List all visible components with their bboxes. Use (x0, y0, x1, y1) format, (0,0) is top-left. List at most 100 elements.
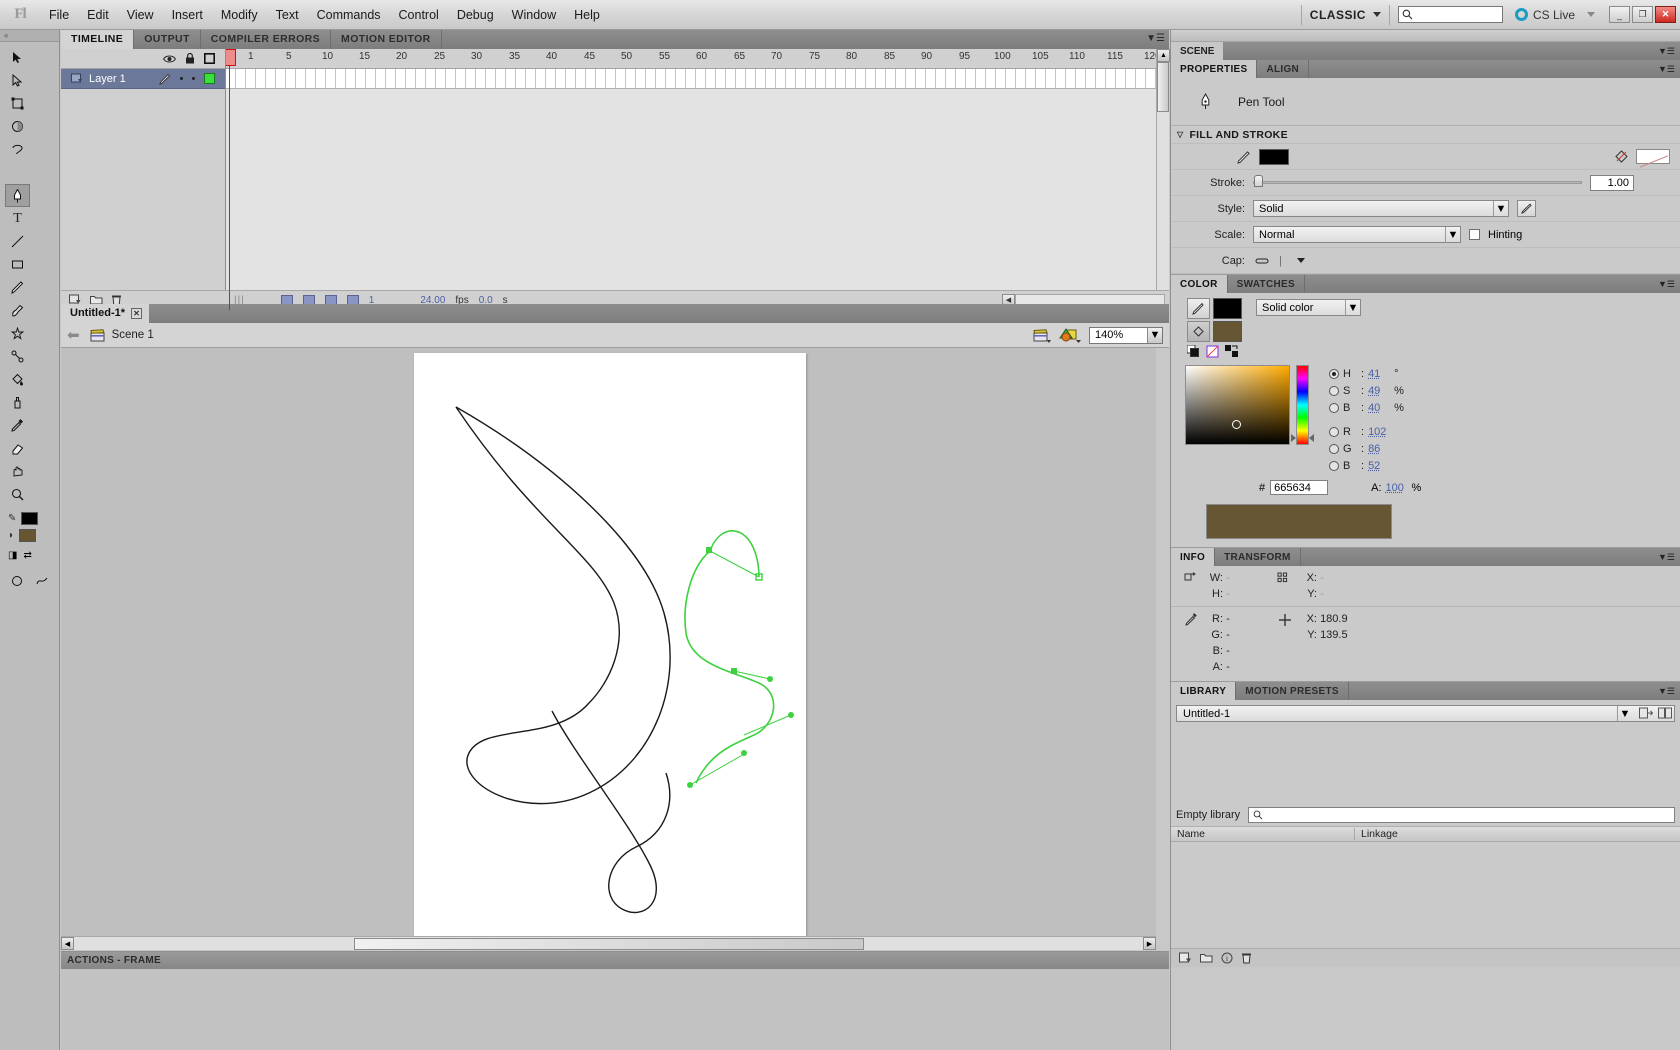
stage-page[interactable] (414, 353, 806, 936)
eyedropper-tool[interactable] (5, 414, 30, 437)
close-icon[interactable]: ✕ (131, 307, 142, 319)
column-linkage[interactable]: Linkage (1355, 828, 1398, 840)
menu-help[interactable]: Help (565, 5, 609, 25)
zoom-level-combo[interactable]: 140% ▼ (1089, 326, 1163, 344)
hue-slider[interactable] (1291, 365, 1314, 445)
pen-tool[interactable] (5, 184, 30, 207)
chevron-down-icon[interactable]: ▼ (1345, 300, 1360, 315)
delete-icon[interactable] (1241, 952, 1252, 964)
menu-text[interactable]: Text (267, 5, 308, 25)
tab-color[interactable]: COLOR (1171, 275, 1228, 293)
menu-commands[interactable]: Commands (308, 5, 390, 25)
color-cursor[interactable] (1232, 420, 1241, 429)
fill-color-swatch[interactable] (19, 529, 37, 542)
stroke-width-slider[interactable] (1253, 175, 1582, 187)
bone-tool[interactable] (5, 345, 30, 368)
scroll-left-arrow-icon[interactable]: ◀ (61, 937, 74, 950)
radio-icon[interactable] (1329, 426, 1339, 437)
panel-menu-icon[interactable]: ▼☰ (1146, 33, 1165, 44)
stroke-color-swatch[interactable] (21, 512, 39, 525)
no-color-icon[interactable] (1206, 345, 1219, 358)
chevron-down-icon[interactable]: ▼ (1493, 201, 1508, 216)
menu-modify[interactable]: Modify (212, 5, 267, 25)
edit-pencil-icon[interactable] (159, 73, 171, 85)
library-document-select[interactable]: Untitled-1 ▼ (1176, 705, 1675, 722)
outline-color-swatch[interactable] (204, 73, 215, 84)
fill-color-button[interactable] (1187, 321, 1210, 342)
fill-and-stroke-section-header[interactable]: ▽ FILL AND STROKE (1171, 126, 1680, 144)
no-color-icon[interactable] (1615, 150, 1628, 163)
pin-library-icon[interactable] (1639, 707, 1653, 720)
playhead-marker[interactable] (226, 49, 236, 66)
menu-window[interactable]: Window (503, 5, 565, 25)
channel-red-row[interactable]: R : 102 (1329, 423, 1404, 440)
panel-menu-icon[interactable]: ▼☰ (1658, 64, 1675, 75)
stroke-width-input[interactable]: 1.00 (1590, 174, 1634, 191)
menu-view[interactable]: View (118, 5, 163, 25)
library-search-input[interactable] (1248, 807, 1675, 823)
outline-icon[interactable] (204, 53, 215, 64)
menu-control[interactable]: Control (390, 5, 448, 25)
tab-output[interactable]: OUTPUT (134, 30, 201, 49)
tab-align[interactable]: ALIGN (1257, 60, 1310, 78)
chevron-down-icon[interactable] (1296, 258, 1305, 263)
color-type-select[interactable]: Solid color ▼ (1256, 299, 1361, 316)
playhead[interactable] (226, 49, 236, 310)
smooth-option[interactable] (33, 571, 52, 590)
workspace-switcher[interactable]: CLASSIC (1310, 8, 1381, 22)
fill-color-swatch[interactable] (1213, 321, 1242, 342)
radio-icon[interactable] (1329, 385, 1339, 396)
back-arrow-icon[interactable]: ⬅ (67, 326, 80, 344)
channel-green-row[interactable]: G : 86 (1329, 440, 1404, 457)
chevron-down-icon[interactable]: ▼ (1147, 327, 1162, 343)
eye-icon[interactable] (163, 54, 176, 64)
stroke-color-row[interactable]: ✎ (8, 512, 51, 525)
cap-round-icon[interactable] (1253, 256, 1271, 266)
alpha-value[interactable]: 100 (1386, 482, 1408, 494)
paint-bucket-tool[interactable] (5, 368, 30, 391)
scroll-up-arrow-icon[interactable]: ▲ (1157, 49, 1170, 62)
pencil-tool[interactable] (5, 276, 30, 299)
properties-icon[interactable]: i (1221, 952, 1233, 964)
hinting-checkbox[interactable] (1469, 229, 1480, 240)
layer-frames-row[interactable] (226, 69, 1169, 89)
ink-bottle-tool[interactable] (5, 391, 30, 414)
channel-hue-row[interactable]: H : 41 ° (1329, 365, 1404, 382)
menu-debug[interactable]: Debug (448, 5, 503, 25)
subselection-tool[interactable] (5, 69, 30, 92)
minimize-button[interactable]: _ (1609, 6, 1630, 23)
panel-menu-icon[interactable]: ▼☰ (1658, 279, 1675, 290)
fill-color-row[interactable]: ◗ (8, 529, 51, 542)
channel-value[interactable]: 41 (1368, 368, 1390, 380)
panel-menu-icon[interactable]: ▼☰ (1658, 686, 1675, 697)
eraser-tool[interactable] (5, 437, 30, 460)
channel-saturation-row[interactable]: S : 49 % (1329, 382, 1404, 399)
radio-icon[interactable] (1329, 460, 1339, 471)
hue-marker[interactable] (1291, 434, 1296, 442)
registration-point-icon[interactable] (1179, 570, 1203, 602)
zoom-tool[interactable] (5, 483, 30, 506)
lock-dot[interactable] (192, 77, 195, 80)
tab-motion-presets[interactable]: MOTION PRESETS (1236, 682, 1349, 700)
style-select[interactable]: Solid ▼ (1253, 200, 1509, 217)
edit-scene-icon[interactable] (1033, 328, 1051, 343)
radio-icon[interactable] (1329, 402, 1339, 413)
new-library-panel-icon[interactable] (1658, 707, 1672, 720)
text-tool[interactable]: T (5, 207, 30, 230)
menu-edit[interactable]: Edit (78, 5, 118, 25)
stage-canvas[interactable] (61, 348, 1156, 936)
deco-tool[interactable] (5, 322, 30, 345)
radio-icon[interactable] (1329, 368, 1339, 379)
channel-value[interactable]: 102 (1368, 426, 1390, 438)
stroke-color-button[interactable] (1187, 298, 1210, 319)
line-tool[interactable] (5, 230, 30, 253)
black-and-white-icon[interactable] (1186, 344, 1200, 358)
chevron-down-icon[interactable]: ▼ (1445, 227, 1460, 242)
stroke-color-swatch[interactable] (1259, 148, 1289, 165)
menu-file[interactable]: File (40, 5, 78, 25)
tab-transform[interactable]: TRANSFORM (1215, 548, 1301, 566)
black-white-icon[interactable]: ◨ (8, 550, 17, 561)
lasso-tool[interactable] (5, 138, 30, 161)
scroll-right-arrow-icon[interactable]: ▶ (1143, 937, 1156, 950)
scrollbar-thumb[interactable] (1157, 62, 1169, 112)
